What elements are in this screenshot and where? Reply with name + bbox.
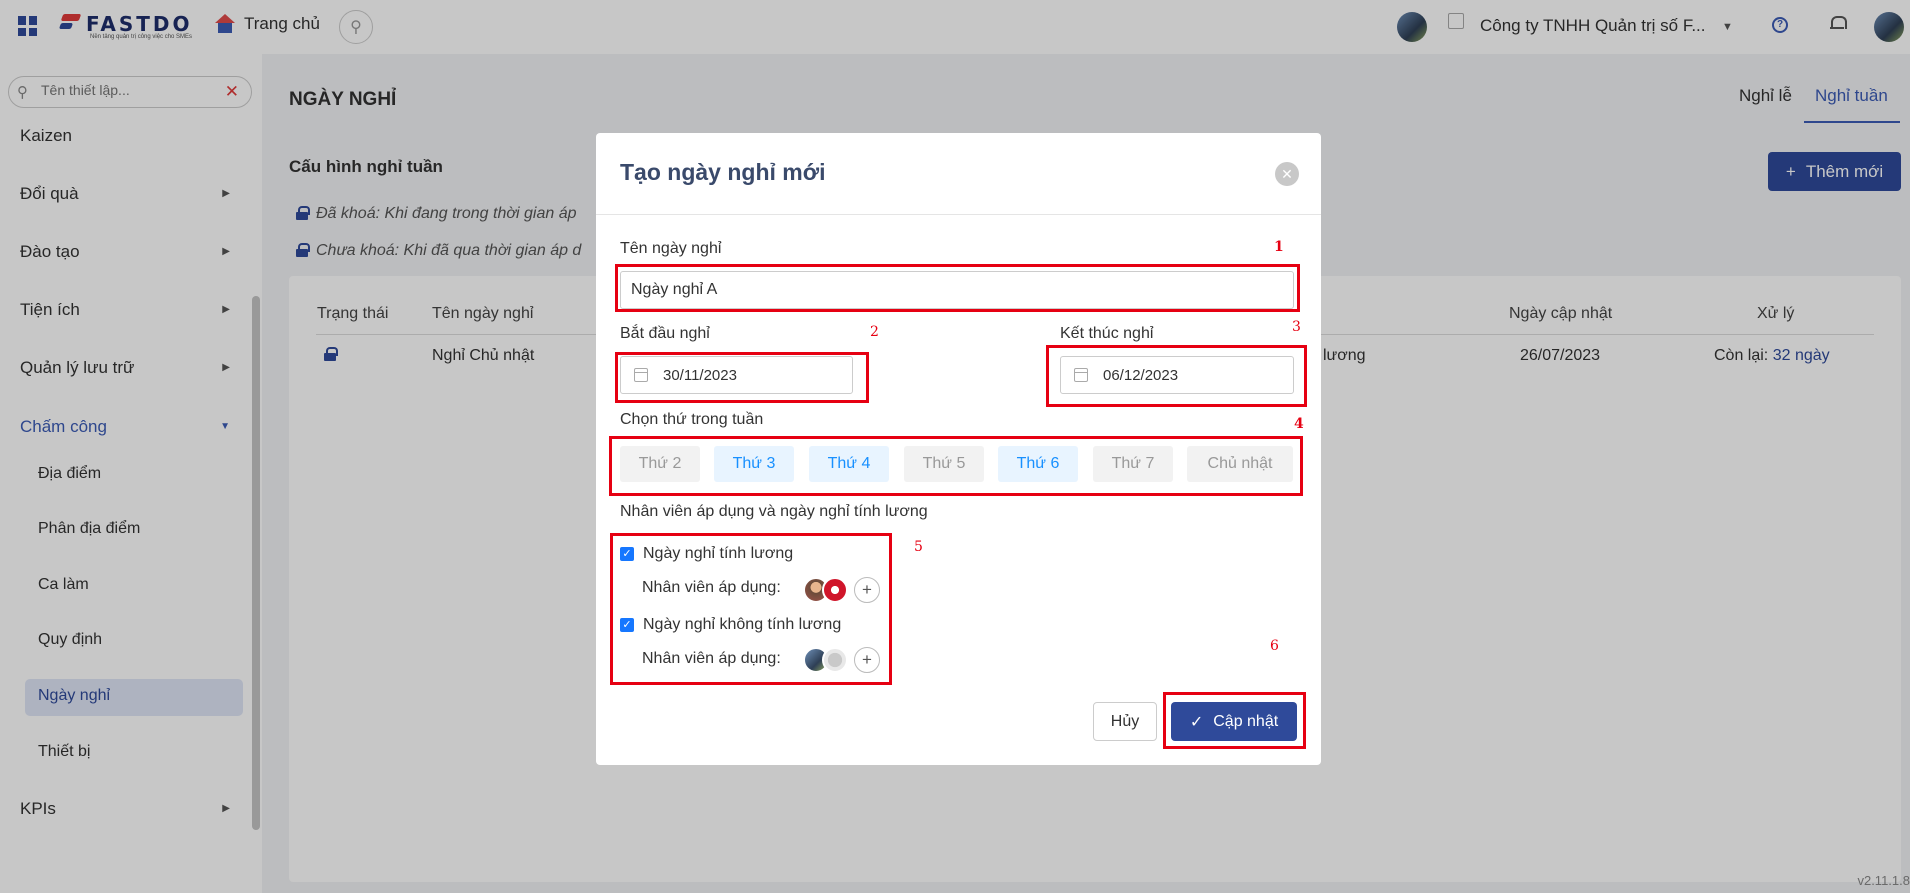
weekday-label: Chọn thứ trong tuần xyxy=(620,411,764,428)
annotation-box-1 xyxy=(615,264,1300,312)
annotation-number-1: 1 xyxy=(1274,239,1284,255)
annotation-box-3 xyxy=(1046,345,1307,407)
modal-title: Tạo ngày nghỉ mới xyxy=(620,159,826,185)
staff-section-label: Nhân viên áp dụng và ngày nghỉ tính lươn… xyxy=(620,503,928,520)
cancel-button[interactable]: Hủy xyxy=(1093,702,1157,741)
annotation-number-2: 2 xyxy=(870,324,879,340)
annotation-number-3: 3 xyxy=(1292,319,1301,335)
annotation-number-6: 6 xyxy=(1270,638,1279,654)
start-date-label: Bắt đầu nghỉ xyxy=(620,325,710,342)
annotation-box-2 xyxy=(615,352,869,403)
end-date-label: Kết thúc nghỉ xyxy=(1060,325,1154,342)
modal-divider xyxy=(596,214,1321,215)
annotation-box-6 xyxy=(1163,692,1306,749)
annotation-number-5: 5 xyxy=(914,539,923,555)
annotation-box-4 xyxy=(609,436,1303,496)
name-label: Tên ngày nghỉ xyxy=(620,240,722,257)
annotation-box-5 xyxy=(610,533,892,685)
annotation-number-4: 4 xyxy=(1294,416,1304,432)
close-icon[interactable]: ✕ xyxy=(1275,162,1299,186)
